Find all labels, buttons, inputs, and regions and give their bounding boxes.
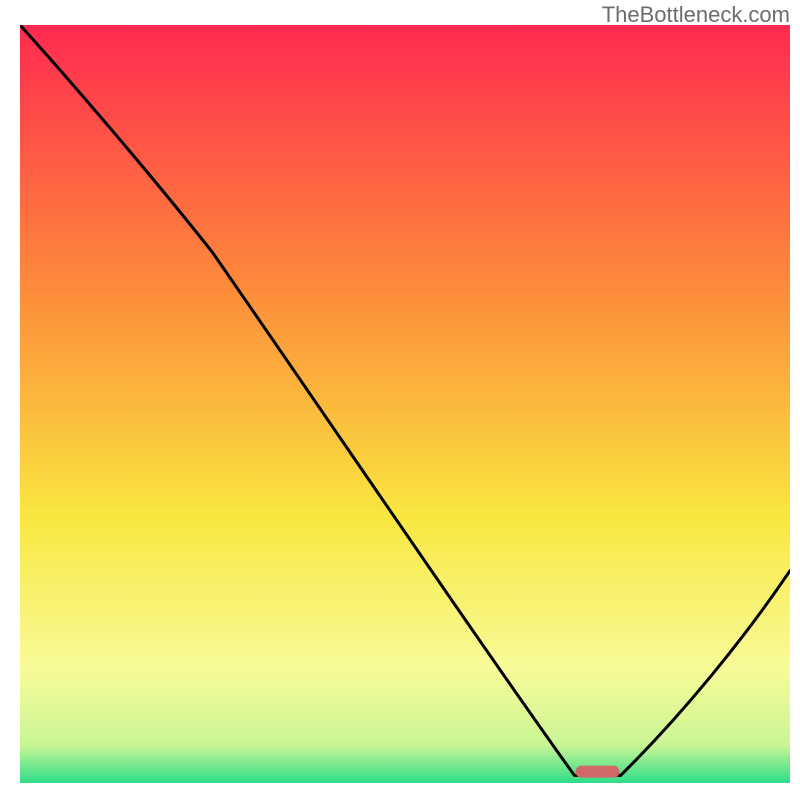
chart-area: [20, 25, 790, 783]
gradient-background: [20, 25, 790, 783]
optimal-marker: [576, 766, 620, 778]
chart-svg: [20, 25, 790, 783]
watermark-text: TheBottleneck.com: [602, 2, 790, 28]
